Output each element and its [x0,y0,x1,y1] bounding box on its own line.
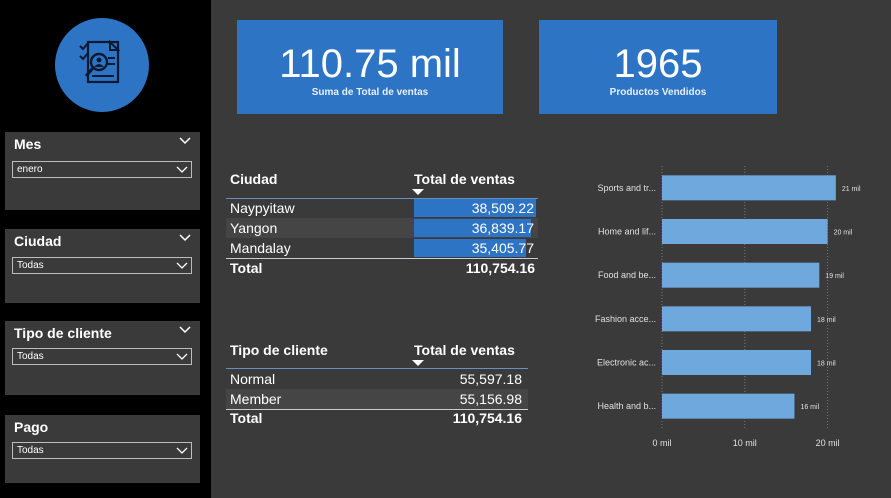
category-label: Fashion acce... [595,314,656,324]
chevron-down-icon[interactable] [179,234,191,242]
table-row[interactable]: Member 55,156.98 [226,389,528,409]
logo [55,18,149,112]
search-document-icon [79,39,121,84]
row-customer-value: 55,156.98 [459,391,522,407]
category-label: Sports and tr... [597,183,656,193]
data-label: 19 mil [825,273,844,280]
customer-type-table: Tipo de cliente Total de ventas Normal 5… [226,339,531,434]
bar[interactable] [662,350,812,375]
chevron-down-icon [176,262,188,269]
column-header-tipo-de-cliente[interactable]: Tipo de cliente [230,342,328,358]
slicer-ciudad[interactable]: Ciudad Todas [5,229,200,303]
dropdown-value: Todas [17,260,44,271]
kpi-value: 1965 [613,42,703,86]
sort-descending-icon[interactable] [412,360,424,366]
bar-chart-svg: Sports and tr... 21 mil Home and lif... 20 … [595,166,861,448]
total-label: Total [230,410,263,426]
chevron-down-icon [176,447,188,454]
slicer-tipo-de-cliente[interactable]: Tipo de cliente Todas [5,321,200,395]
row-city-name: Yangon [230,220,278,236]
category-label: Electronic ac... [597,358,656,368]
column-header-total-ventas[interactable]: Total de ventas [414,342,515,358]
dropdown-mes[interactable]: enero [12,161,192,178]
sort-descending-icon[interactable] [412,189,424,195]
dropdown-ciudad[interactable]: Todas [12,257,192,274]
data-label: 16 mil [800,404,819,411]
kpi-label: Productos Vendidos [609,87,707,98]
total-value: 110,754.16 [465,260,535,276]
divider [226,258,538,259]
total-value: 110,754.16 [452,410,522,426]
dropdown-value: Todas [17,445,44,456]
data-label: 18 mil [817,317,836,324]
divider [226,198,538,199]
bar[interactable] [662,262,820,288]
slicer-title-ciudad: Ciudad [14,233,62,249]
row-customer-name: Normal [230,371,276,387]
chevron-down-icon[interactable] [179,137,191,145]
product-line-bar-chart: Sports and tr... 21 mil Home and lif... 20 … [570,160,880,455]
chevron-down-icon [176,353,188,360]
data-label: 18 mil [817,361,836,368]
slicer-mes[interactable]: Mes enero [5,132,200,210]
row-city-value: 38,509.22 [471,200,534,216]
data-label: 21 mil [842,186,861,193]
dropdown-value: enero [17,164,43,175]
column-header-total-ventas[interactable]: Total de ventas [414,171,515,187]
data-label: 20 mil [834,230,853,237]
category-label: Health and b... [597,401,656,411]
row-city-value: 36,839.17 [471,220,534,236]
kpi-card-total-ventas: 110.75 mil Suma de Total de ventas [237,20,503,114]
row-city-value: 35,405.77 [471,240,534,256]
city-table: Ciudad Total de ventas Naypyitaw 38,509.… [226,168,541,278]
kpi-label: Suma de Total de ventas [311,87,429,98]
x-tick-label: 0 mil [652,438,671,448]
x-tick-label: 20 mil [816,438,840,448]
x-tick-label: 10 mil [733,438,757,448]
table-row[interactable]: Yangon 36,839.17 [226,218,538,238]
dropdown-tipo-de-cliente[interactable]: Todas [12,348,192,365]
row-customer-name: Member [230,391,282,407]
slicer-title-mes: Mes [14,136,42,152]
total-label: Total [230,260,263,276]
category-label: Home and lif... [598,227,656,237]
bar[interactable] [662,306,812,332]
row-city-name: Mandalay [230,240,291,256]
table-row[interactable]: Mandalay 35,405.77 [226,238,538,258]
slicer-title-tipo-de-cliente: Tipo de cliente [14,325,112,341]
column-header-ciudad[interactable]: Ciudad [230,171,277,187]
slicer-pago[interactable]: Pago Todas [5,415,200,483]
slicer-title-pago: Pago [14,419,49,435]
category-label: Food and be... [598,270,656,280]
sidebar: Mes enero Ciudad Todas Tipo de cliente T… [0,0,211,498]
chevron-down-icon [176,166,188,173]
row-customer-value: 55,597.18 [459,371,522,387]
kpi-value: 110.75 mil [279,42,461,86]
bar[interactable] [662,393,795,419]
dropdown-pago[interactable]: Todas [12,442,192,459]
bar[interactable] [662,175,836,201]
dropdown-value: Todas [17,351,44,362]
kpi-card-productos-vendidos: 1965 Productos Vendidos [539,20,777,114]
chevron-down-icon[interactable] [179,326,191,334]
bar[interactable] [662,219,828,244]
table-row[interactable]: Normal 55,597.18 [226,369,528,389]
table-row[interactable]: Naypyitaw 38,509.22 [226,198,538,218]
row-city-name: Naypyitaw [230,200,295,216]
